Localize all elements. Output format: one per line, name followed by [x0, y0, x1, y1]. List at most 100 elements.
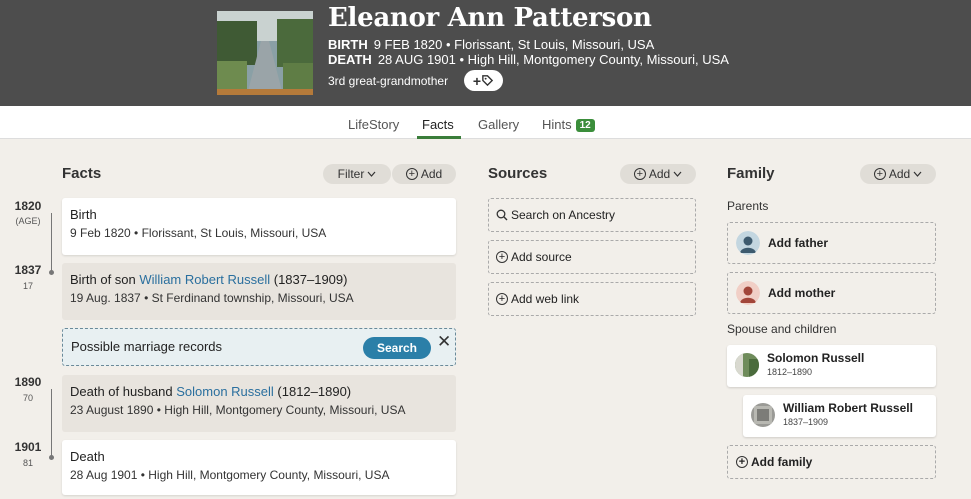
active-tab-indicator [417, 136, 461, 139]
add-fact-label: Add [420, 167, 443, 181]
plus-circle-icon: + [633, 168, 646, 180]
add-tag-button[interactable]: + [464, 70, 503, 91]
add-mother-label: Add mother [768, 286, 836, 300]
search-on-ancestry-label: Search on Ancestry [511, 208, 616, 222]
birth-summary: BIRTH 9 FEB 1820 • Florissant, St Louis, … [328, 37, 654, 52]
fact-title: Death of husband Solomon Russell (1812–1… [70, 384, 448, 399]
fact-title-suffix: (1812–1890) [273, 384, 352, 399]
fact-detail: 28 Aug 1901 • High Hill, Montgomery Coun… [70, 468, 390, 482]
child-name: William Robert Russell [783, 401, 913, 415]
child-dates: 1837–1909 [783, 417, 829, 427]
add-source-label: Add [648, 167, 671, 181]
profile-photo[interactable] [217, 11, 313, 95]
tab-hints[interactable]: Hints 12 [542, 117, 595, 132]
add-fact-button[interactable]: + Add [392, 164, 456, 184]
fact-title-prefix: Birth of son [70, 272, 140, 287]
timeline-age: 17 [22, 281, 33, 291]
fact-detail: 19 Aug. 1837 • St Ferdinand township, Mi… [70, 291, 354, 305]
profile-header: Eleanor Ann Patterson BIRTH 9 FEB 1820 • … [0, 0, 971, 106]
mother-silhouette-icon [736, 281, 760, 305]
plus-circle-icon: + [405, 168, 418, 180]
timeline-dot [49, 455, 54, 460]
tag-icon [482, 75, 494, 87]
add-family-label: Add family [751, 455, 813, 469]
timeline-year: 1837 [14, 263, 42, 277]
plus-circle-icon: + [496, 293, 508, 305]
hints-count-badge: 12 [575, 119, 595, 132]
plus-circle-icon: + [496, 251, 508, 263]
search-icon [496, 209, 508, 221]
marriage-hint: Possible marriage records Search ✕ [62, 328, 456, 366]
spouse-dates: 1812–1890 [767, 367, 813, 377]
add-mother-button[interactable]: Add mother [727, 272, 936, 314]
timeline-year: 1901 [14, 440, 42, 454]
chevron-down-icon [673, 171, 682, 177]
timeline-year: 1820 [14, 199, 42, 213]
parents-label: Parents [727, 199, 769, 213]
add-family-menu-button[interactable]: + Add [860, 164, 936, 184]
chevron-down-icon [913, 171, 922, 177]
add-father-label: Add father [768, 236, 828, 250]
birth-label: BIRTH [328, 37, 368, 52]
add-source-menu-button[interactable]: + Add [620, 164, 696, 184]
add-web-link-label: Add web link [511, 292, 580, 306]
death-summary: DEATH 28 AUG 1901 • High Hill, Montgomery… [328, 52, 729, 67]
filter-label: Filter [337, 167, 365, 181]
timeline-line [51, 213, 52, 273]
timeline-age: 70 [22, 393, 33, 403]
child-photo [751, 403, 775, 427]
fact-card-birth[interactable]: Birth 9 Feb 1820 • Florissant, St Louis,… [62, 198, 456, 255]
tab-lifestory[interactable]: LifeStory [348, 117, 399, 132]
fact-card-husband-death[interactable]: Death of husband Solomon Russell (1812–1… [62, 375, 456, 432]
fact-card-son-birth[interactable]: Birth of son William Robert Russell (183… [62, 263, 456, 320]
plus-circle-icon: + [873, 168, 886, 180]
person-name: Eleanor Ann Patterson [328, 3, 652, 33]
spouse-card[interactable]: Solomon Russell 1812–1890 [727, 345, 936, 387]
family-heading: Family [727, 165, 775, 182]
fact-title-prefix: Death of husband [70, 384, 177, 399]
fact-detail: 23 August 1890 • High Hill, Montgomery C… [70, 403, 406, 417]
father-silhouette-icon [736, 231, 760, 255]
add-web-link-button[interactable]: + Add web link [488, 282, 696, 316]
timeline-dot [49, 270, 54, 275]
husband-link[interactable]: Solomon Russell [176, 384, 274, 399]
birth-value: 9 FEB 1820 • Florissant, St Louis, Misso… [373, 37, 655, 52]
facts-heading: Facts [62, 165, 102, 182]
hint-text: Possible marriage records [71, 339, 223, 354]
spouse-children-label: Spouse and children [727, 322, 837, 336]
fact-title: Birth of son William Robert Russell (183… [70, 272, 448, 287]
add-father-button[interactable]: Add father [727, 222, 936, 264]
tab-gallery[interactable]: Gallery [478, 117, 519, 132]
fact-title-suffix: (1837–1909) [270, 272, 348, 287]
hint-search-button[interactable]: Search [363, 337, 431, 359]
son-link[interactable]: William Robert Russell [139, 272, 270, 287]
tab-hints-label: Hints [542, 117, 572, 132]
add-source-button[interactable]: + Add source [488, 240, 696, 274]
spouse-photo [735, 353, 759, 377]
relationship-label: 3rd great-grandmother [328, 74, 449, 88]
plus-circle-icon: + [736, 456, 748, 468]
add-source-label: Add source [511, 250, 572, 264]
chevron-down-icon [367, 171, 376, 177]
tab-facts[interactable]: Facts [422, 117, 454, 132]
sources-heading: Sources [488, 165, 548, 182]
timeline-year: 1890 [14, 375, 42, 389]
timeline-age: (AGE) [15, 216, 41, 226]
death-label: DEATH [328, 52, 372, 67]
plus-icon: + [472, 72, 482, 89]
close-icon[interactable]: ✕ [437, 332, 451, 352]
search-on-ancestry-button[interactable]: Search on Ancestry [488, 198, 696, 232]
fact-card-death[interactable]: Death 28 Aug 1901 • High Hill, Montgomer… [62, 440, 456, 495]
add-family-button[interactable]: + Add family [727, 445, 936, 479]
fact-title: Death [70, 449, 105, 464]
death-value: 28 AUG 1901 • High Hill, Montgomery Coun… [377, 52, 729, 67]
timeline-age: 81 [22, 458, 33, 468]
fact-detail: 9 Feb 1820 • Florissant, St Louis, Misso… [70, 226, 327, 240]
filter-button[interactable]: Filter [323, 164, 391, 184]
child-card[interactable]: William Robert Russell 1837–1909 [743, 395, 936, 437]
add-family-menu-label: Add [888, 167, 911, 181]
spouse-name: Solomon Russell [767, 351, 865, 365]
fact-title: Birth [70, 207, 97, 222]
timeline-line [51, 389, 52, 457]
profile-tabs: LifeStory Facts Gallery Hints 12 [0, 106, 971, 139]
